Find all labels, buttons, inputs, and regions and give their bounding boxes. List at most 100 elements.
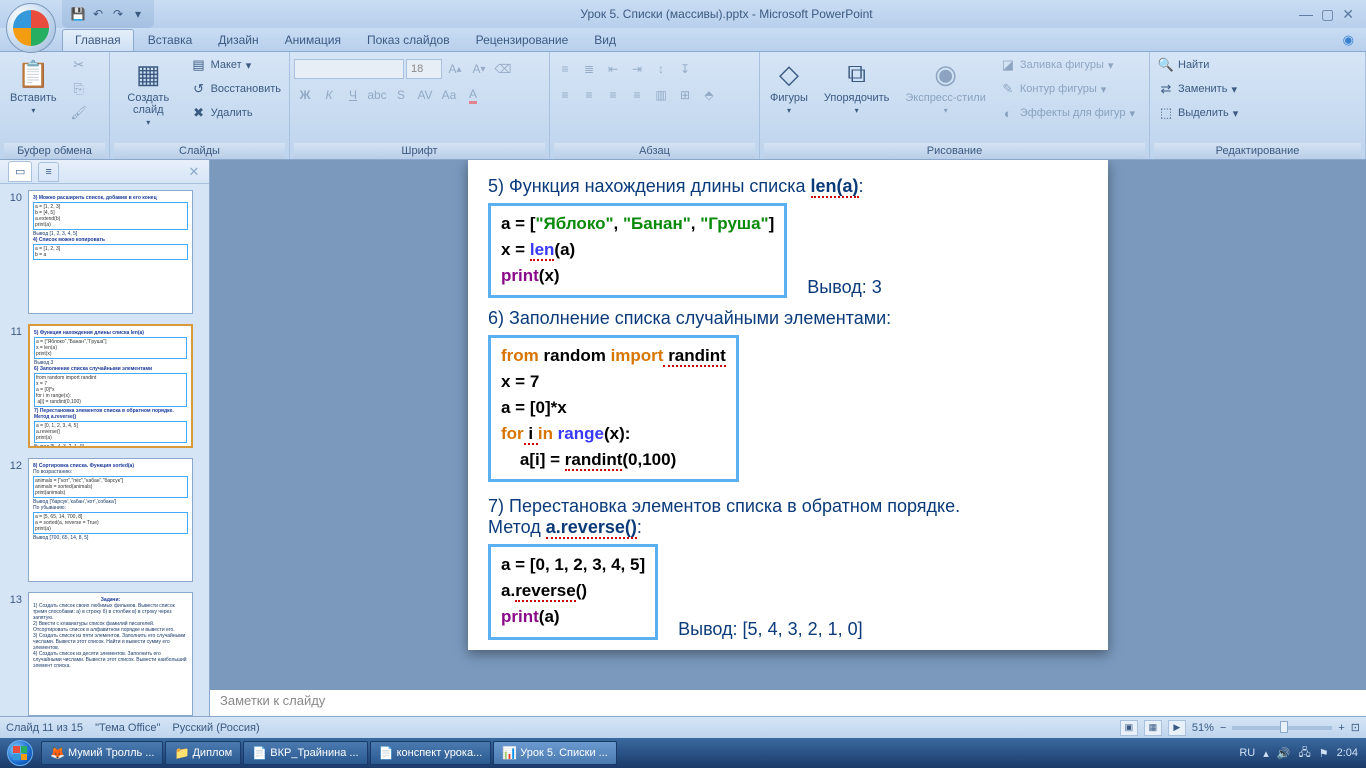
taskbar-item-word2[interactable]: 📄конспект урока... bbox=[370, 741, 492, 765]
indent-dec-button[interactable]: ⇤ bbox=[602, 58, 624, 80]
zoom-level[interactable]: 51% bbox=[1192, 722, 1214, 734]
slide-canvas[interactable]: 5) Функция нахождения длины списка len(a… bbox=[210, 160, 1366, 688]
fit-button[interactable]: ⊡ bbox=[1351, 721, 1360, 734]
reset-button[interactable]: ↺Восстановить bbox=[187, 78, 285, 100]
case-button[interactable]: Aa bbox=[438, 84, 460, 106]
arrange-button[interactable]: ⧉Упорядочить▾ bbox=[818, 54, 895, 119]
redo-icon[interactable]: ↷ bbox=[110, 6, 126, 22]
font-color-button[interactable]: A bbox=[462, 84, 484, 106]
tab-review[interactable]: Рецензирование bbox=[464, 30, 581, 51]
minimize-button[interactable]: — bbox=[1299, 6, 1313, 23]
language-indicator[interactable]: Русский (Россия) bbox=[172, 722, 259, 734]
indent-inc-button[interactable]: ⇥ bbox=[626, 58, 648, 80]
zoom-in-button[interactable]: + bbox=[1338, 722, 1344, 734]
new-slide-label: Создать слайд bbox=[120, 92, 177, 116]
layout-button[interactable]: ▤Макет ▾ bbox=[187, 54, 285, 76]
group-para-label: Абзац bbox=[554, 143, 755, 159]
taskbar-item-folder[interactable]: 📁Диплом bbox=[165, 741, 241, 765]
align-text-button[interactable]: ⊞ bbox=[674, 84, 696, 106]
shape-outline-button[interactable]: ✎Контур фигуры ▾ bbox=[996, 78, 1139, 100]
slide-thumb-12[interactable]: 8) Сортировка списка. Функция sorted(a) … bbox=[28, 458, 193, 582]
tab-slideshow[interactable]: Показ слайдов bbox=[355, 30, 462, 51]
taskbar-item-powerpoint[interactable]: 📊Урок 5. Списки ... bbox=[493, 741, 617, 765]
tray-expand-icon[interactable]: ▴ bbox=[1263, 747, 1269, 760]
cut-button[interactable]: ✂ bbox=[67, 54, 91, 76]
slide-thumb-10[interactable]: 3) Можно расширить список, добавив в его… bbox=[28, 190, 193, 314]
scissors-icon: ✂ bbox=[71, 57, 87, 73]
slide-thumb-11[interactable]: 5) Функция нахождения длины списка len(a… bbox=[28, 324, 193, 448]
underline-button[interactable]: Ч bbox=[342, 84, 364, 106]
slide-content[interactable]: 5) Функция нахождения длины списка len(a… bbox=[468, 160, 1108, 650]
notes-pane[interactable]: Заметки к слайду bbox=[210, 688, 1366, 716]
slides-tab-icon[interactable]: ▭ bbox=[8, 161, 32, 182]
font-name-combo[interactable] bbox=[294, 59, 404, 79]
save-icon[interactable]: 💾 bbox=[70, 6, 86, 22]
italic-button[interactable]: К bbox=[318, 84, 340, 106]
font-size-combo[interactable]: 18 bbox=[406, 59, 442, 79]
numbering-button[interactable]: ≣ bbox=[578, 58, 600, 80]
spacing-button[interactable]: AV bbox=[414, 84, 436, 106]
align-right-button[interactable]: ≡ bbox=[602, 84, 624, 106]
volume-icon[interactable]: 🔊 bbox=[1277, 747, 1291, 760]
tab-animation[interactable]: Анимация bbox=[273, 30, 353, 51]
flag-icon[interactable]: ⚑ bbox=[1319, 747, 1329, 760]
replace-button[interactable]: ⇄Заменить ▾ bbox=[1154, 78, 1242, 100]
grow-font-button[interactable]: A▴ bbox=[444, 58, 466, 80]
tab-view[interactable]: Вид bbox=[582, 30, 628, 51]
bold-button[interactable]: Ж bbox=[294, 84, 316, 106]
zoom-out-button[interactable]: − bbox=[1220, 722, 1226, 734]
strike-button[interactable]: abc bbox=[366, 84, 388, 106]
zoom-slider[interactable] bbox=[1232, 726, 1332, 730]
align-left-button[interactable]: ≡ bbox=[554, 84, 576, 106]
shadow-button[interactable]: S bbox=[390, 84, 412, 106]
smartart-button[interactable]: ⬘ bbox=[698, 84, 720, 106]
columns-button[interactable]: ▥ bbox=[650, 84, 672, 106]
shrink-font-button[interactable]: A▾ bbox=[468, 58, 490, 80]
taskbar-item-firefox[interactable]: 🦊Мумий Тролль ... bbox=[41, 741, 163, 765]
tab-design[interactable]: Дизайн bbox=[206, 30, 270, 51]
undo-icon[interactable]: ↶ bbox=[90, 6, 106, 22]
normal-view-button[interactable]: ▣ bbox=[1120, 720, 1138, 736]
quick-styles-button[interactable]: ◉Экспресс-стили▾ bbox=[899, 54, 991, 119]
align-center-button[interactable]: ≡ bbox=[578, 84, 600, 106]
taskbar: 🦊Мумий Тролль ... 📁Диплом 📄ВКР_Трайнина … bbox=[0, 738, 1366, 768]
find-button[interactable]: 🔍Найти bbox=[1154, 54, 1242, 76]
tab-home[interactable]: Главная bbox=[62, 29, 134, 51]
copy-button[interactable]: ⎘ bbox=[67, 78, 91, 100]
line-spacing-button[interactable]: ↕ bbox=[650, 58, 672, 80]
tray-lang[interactable]: RU bbox=[1239, 747, 1255, 759]
shape-effects-button[interactable]: ◐Эффекты для фигур ▾ bbox=[996, 102, 1139, 124]
select-button[interactable]: ⬚Выделить ▾ bbox=[1154, 102, 1242, 124]
network-icon[interactable]: 🖧 bbox=[1298, 744, 1310, 763]
shape-fill-button[interactable]: ◪Заливка фигуры ▾ bbox=[996, 54, 1139, 76]
clock[interactable]: 2:04 bbox=[1337, 747, 1358, 759]
start-button[interactable] bbox=[0, 738, 40, 768]
justify-button[interactable]: ≡ bbox=[626, 84, 648, 106]
group-clipboard-label: Буфер обмена bbox=[4, 143, 105, 159]
bullets-button[interactable]: ≡ bbox=[554, 58, 576, 80]
new-slide-button[interactable]: ▦ Создать слайд ▾ bbox=[114, 54, 183, 131]
format-painter-button[interactable]: 🖌 bbox=[67, 102, 91, 124]
help-icon[interactable]: ◉ bbox=[1343, 32, 1354, 51]
tab-insert[interactable]: Вставка bbox=[136, 30, 205, 51]
slideshow-view-button[interactable]: ▶ bbox=[1168, 720, 1186, 736]
outline-tab-icon[interactable]: ≡ bbox=[38, 162, 58, 182]
delete-button[interactable]: ✖Удалить bbox=[187, 102, 285, 124]
word-icon: 📄 bbox=[252, 746, 266, 760]
slide-thumb-13[interactable]: Задачи: 1) Создать список своих любимых … bbox=[28, 592, 193, 716]
delete-icon: ✖ bbox=[191, 105, 207, 121]
ribbon: 📋 Вставить ▾ ✂ ⎘ 🖌 Буфер обмена ▦ Создат… bbox=[0, 52, 1366, 160]
close-button[interactable]: ✕ bbox=[1342, 6, 1354, 23]
thumbnails-list[interactable]: 10 3) Можно расширить список, добавив в … bbox=[0, 184, 209, 716]
clear-format-button[interactable]: ⌫ bbox=[492, 58, 514, 80]
paste-button[interactable]: 📋 Вставить ▾ bbox=[4, 54, 63, 119]
sorter-view-button[interactable]: ▦ bbox=[1144, 720, 1162, 736]
text-dir-button[interactable]: ↧ bbox=[674, 58, 696, 80]
office-button[interactable] bbox=[6, 3, 56, 53]
shapes-button[interactable]: ◇Фигуры▾ bbox=[764, 54, 814, 119]
maximize-button[interactable]: ▢ bbox=[1321, 6, 1334, 23]
qat-dropdown-icon[interactable]: ▾ bbox=[130, 6, 146, 22]
code-block-6: from random import randint x = 7 a = [0]… bbox=[488, 335, 739, 482]
taskbar-item-word1[interactable]: 📄ВКР_Трайнина ... bbox=[243, 741, 367, 765]
panel-close-button[interactable]: ✕ bbox=[187, 165, 201, 179]
